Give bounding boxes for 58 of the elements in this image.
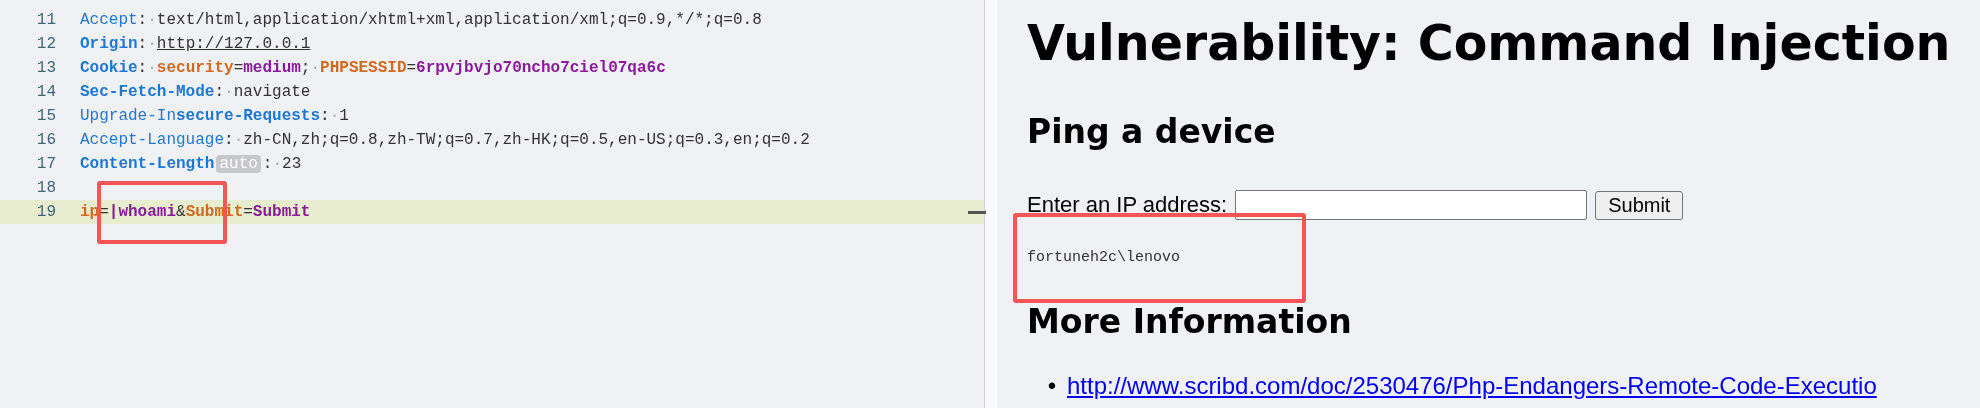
param-name: PHPSESSID: [320, 59, 407, 77]
header-name: Upgrade-In: [80, 107, 176, 125]
param-value: |whoami: [108, 203, 177, 221]
punctuation: :: [137, 11, 148, 29]
line-number: 13: [35, 59, 57, 77]
punctuation: :: [320, 107, 330, 125]
line-number: 11: [35, 11, 57, 29]
section-heading: More Information: [1027, 301, 1353, 343]
param-value: Submit: [252, 203, 311, 221]
header-value: 23: [282, 155, 302, 173]
field-label: Enter an IP address:: [1027, 192, 1228, 218]
punctuation: =: [243, 203, 253, 221]
line-number: 16: [35, 131, 57, 149]
whitespace-mark: ·: [272, 155, 283, 173]
whitespace-mark: ·: [147, 35, 157, 53]
header-name: Accept-Language: [80, 131, 225, 149]
section-heading: Ping a device: [1027, 111, 1277, 153]
whitespace-mark: ·: [310, 59, 321, 77]
punctuation: =: [406, 59, 417, 77]
header-name: Content-Length: [80, 155, 215, 173]
header-name: secure-Requests: [176, 107, 321, 125]
punctuation: :: [137, 35, 148, 53]
header-name: Accept: [80, 11, 138, 29]
command-output: fortuneh2c\lenovo: [1027, 249, 1182, 266]
whitespace-mark: ·: [329, 107, 340, 125]
line-number: 19: [35, 203, 57, 221]
header-name: Cookie: [80, 59, 138, 77]
punctuation: ;: [300, 59, 311, 77]
line-number: 17: [35, 155, 57, 173]
line-number: 15: [35, 107, 57, 125]
punctuation: :: [137, 59, 148, 77]
line-number: 18: [35, 179, 57, 197]
line-number: 14: [35, 83, 57, 101]
header-name: Origin: [80, 35, 138, 53]
param-value: medium: [243, 59, 301, 77]
whitespace-mark: ·: [224, 83, 234, 101]
whitespace-mark: ·: [147, 59, 157, 77]
line-number: 12: [35, 35, 57, 53]
punctuation: :: [262, 155, 273, 173]
header-value: http://127.0.0.1: [156, 35, 311, 53]
submit-button[interactable]: Submit: [1595, 190, 1684, 220]
header-value: 1: [339, 107, 349, 125]
whitespace-mark: ·: [233, 131, 244, 149]
whitespace-mark: ·: [147, 11, 157, 29]
param-name: security: [156, 59, 234, 77]
page-title: Vulnerability: Command Injection: [1027, 14, 1952, 74]
punctuation: :: [224, 131, 234, 149]
punctuation: :: [214, 83, 225, 101]
bullet: •: [1046, 372, 1058, 400]
reference-link[interactable]: http://www.scribd.com/doc/2530476/Php-Endangers-Remote-Code-Executio: [1067, 372, 1877, 399]
param-value: 6rpvjbvjo70ncho7ciel07qa6c: [416, 59, 666, 77]
punctuation: =: [233, 59, 244, 77]
header-value: text/html,application/xhtml+xml,application/xml;q=0.9,*/*;q=0.8: [156, 11, 762, 29]
punctuation: &: [176, 203, 186, 221]
ip-address-field[interactable]: [1235, 190, 1588, 220]
header-name: Sec-Fetch-Mode: [80, 83, 215, 101]
header-value: navigate: [233, 83, 311, 101]
header-value: zh-CN,zh;q=0.8,zh-TW;q=0.7,zh-HK;q=0.5,en-US;q=0.3,en;q=0.2: [243, 131, 810, 149]
